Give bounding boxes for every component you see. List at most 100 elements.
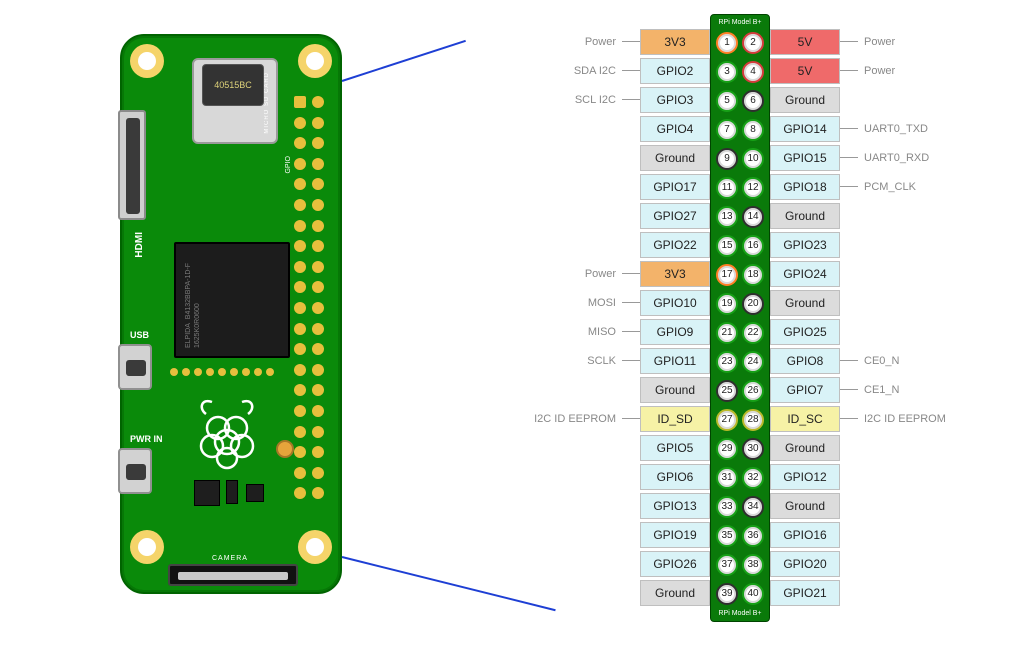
pin-label-row: GPIO12: [770, 462, 1010, 491]
pin-label-row: Power3V3: [470, 259, 710, 288]
pin-name-right: GPIO18: [770, 174, 840, 200]
pin-row: 1516: [711, 231, 769, 260]
pin-name-right: GPIO12: [770, 464, 840, 490]
pin-22: 22: [742, 322, 764, 344]
pin-alt-right: CE0_N: [858, 355, 905, 367]
gpio-pinout-diagram: Power3V3SDA I2CGPIO2SCL I2CGPIO3GPIO4Gro…: [470, 14, 1010, 622]
pin-row: 3536: [711, 521, 769, 550]
gpio-pin-dot-icon: [312, 302, 324, 314]
pin-label-row: SCLKGPIO11: [470, 346, 710, 375]
camera-label: CAMERA: [212, 555, 248, 562]
pin-label-row: GPIO8CE0_N: [770, 346, 1010, 375]
pin-name-left: 3V3: [640, 29, 710, 55]
raspberry-pi-logo-icon: [192, 394, 262, 472]
pin-10: 10: [742, 148, 764, 170]
pin-rows: 1234567891011121314151617181920212223242…: [711, 28, 769, 608]
pin-36: 36: [742, 525, 764, 547]
pin-name-right: GPIO14: [770, 116, 840, 142]
pin-19: 19: [716, 293, 738, 315]
pin-39: 39: [716, 583, 738, 605]
pin-alt-right: CE1_N: [858, 384, 905, 396]
pin-label-row: Ground: [770, 433, 1010, 462]
pin-row: 34: [711, 57, 769, 86]
pin-33: 33: [716, 496, 738, 518]
pin-18: 18: [742, 264, 764, 286]
gpio-pin-dot-icon: [294, 220, 306, 232]
gpio-pin-dot-icon: [294, 364, 306, 376]
pin-name-left: GPIO17: [640, 174, 710, 200]
soc-text: ELPIDA B4132BBPA-1D-F 1625K0R0600: [184, 244, 202, 348]
tick-icon: [840, 360, 858, 361]
pin-alt-right: Power: [858, 36, 901, 48]
pin-label-row: 5VPower: [770, 27, 1010, 56]
pin-label-row: GPIO16: [770, 520, 1010, 549]
pin-alt-left: MOSI: [582, 297, 622, 309]
pin-label-row: SDA I2CGPIO2: [470, 56, 710, 85]
pin-alt-left: MISO: [582, 326, 622, 338]
tick-icon: [622, 302, 640, 303]
tick-icon: [622, 70, 640, 71]
pin-label-row: GPIO13: [470, 491, 710, 520]
pin-37: 37: [716, 554, 738, 576]
pin-row: 3738: [711, 550, 769, 579]
pin-name-left: GPIO27: [640, 203, 710, 229]
pin-alt-left: SCL I2C: [569, 94, 622, 106]
pin-label-row: GPIO26: [470, 549, 710, 578]
pin-name-left: GPIO4: [640, 116, 710, 142]
pin-34: 34: [742, 496, 764, 518]
pcb: 40515BC MICRO SD CARD HDMI USB PWR IN EL…: [120, 34, 342, 594]
pin-3: 3: [716, 61, 738, 83]
pin-label-row: I2C ID EEPROMID_SD: [470, 404, 710, 433]
pin-14: 14: [742, 206, 764, 228]
gpio-pin-dot-icon: [312, 220, 324, 232]
soc-chip-icon: ELPIDA B4132BBPA-1D-F 1625K0R0600: [174, 242, 290, 358]
pin-row: 78: [711, 115, 769, 144]
tick-icon: [622, 273, 640, 274]
pin-label-row: Ground: [770, 85, 1010, 114]
pin-name-right: GPIO7: [770, 377, 840, 403]
gpio-pin-dot-icon: [312, 446, 324, 458]
pin-name-left: Ground: [640, 377, 710, 403]
pin-label-row: GPIO17: [470, 172, 710, 201]
pin-alt-right: Power: [858, 65, 901, 77]
tick-icon: [840, 186, 858, 187]
pin-31: 31: [716, 467, 738, 489]
pin-row: 2324: [711, 347, 769, 376]
pin-name-right: GPIO15: [770, 145, 840, 171]
tick-icon: [840, 418, 858, 419]
sd-side-label: MICRO SD CARD: [264, 72, 274, 134]
gpio-pin-dot-icon: [312, 384, 324, 396]
mount-hole-icon: [298, 530, 332, 564]
pin-name-left: GPIO19: [640, 522, 710, 548]
tick-icon: [840, 70, 858, 71]
pin-name-right: Ground: [770, 290, 840, 316]
tick-icon: [840, 157, 858, 158]
tick-icon: [622, 331, 640, 332]
mount-hole-icon: [298, 44, 332, 78]
pin-name-left: GPIO26: [640, 551, 710, 577]
pin-4: 4: [742, 61, 764, 83]
gpio-pin-dot-icon: [294, 384, 306, 396]
pin-25: 25: [716, 380, 738, 402]
connector-line-icon: [342, 40, 466, 82]
pin-name-left: 3V3: [640, 261, 710, 287]
mount-hole-icon: [130, 530, 164, 564]
tick-icon: [622, 41, 640, 42]
pin-9: 9: [716, 148, 738, 170]
gpio-pin-dot-icon: [294, 158, 306, 170]
board-illustration: 40515BC MICRO SD CARD HDMI USB PWR IN EL…: [120, 34, 342, 594]
pin-name-right: GPIO16: [770, 522, 840, 548]
pin-name-left: Ground: [640, 145, 710, 171]
pin-name-left: GPIO6: [640, 464, 710, 490]
pin-row: 2930: [711, 434, 769, 463]
pin-label-row: GPIO25: [770, 317, 1010, 346]
gpio-pin-dot-icon: [294, 96, 306, 108]
tick-icon: [840, 41, 858, 42]
pwr-label: PWR IN: [130, 434, 163, 444]
gpio-pin-dot-icon: [294, 137, 306, 149]
pin-row: 1112: [711, 173, 769, 202]
pin-label-row: GPIO5: [470, 433, 710, 462]
pin-label-row: GPIO23: [770, 230, 1010, 259]
pin-7: 7: [716, 119, 738, 141]
gpio-pin-dot-icon: [312, 405, 324, 417]
